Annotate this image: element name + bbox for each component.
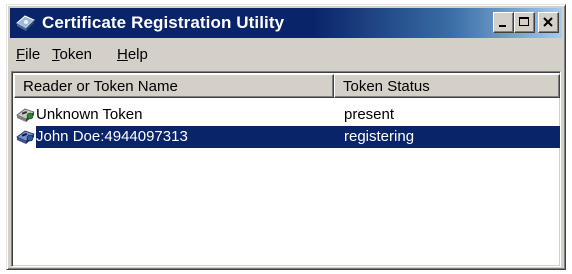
list-item[interactable]: Unknown Token present [14,104,560,126]
menu-token[interactable]: Token [52,46,92,63]
app-window: Certificate Registration Utility File To… [6,4,566,270]
list-item-selected[interactable]: John Doe:4944097313 registering [14,126,560,148]
window-title: Certificate Registration Utility [42,13,285,32]
token-list[interactable]: Reader or Token Name Token Status Unknow… [11,71,561,267]
minimize-button[interactable] [493,12,514,33]
token-reader-icon [16,108,35,122]
column-header-status[interactable]: Token Status [334,74,560,98]
certificate-app-icon [16,15,35,31]
menu-bar: File Token Help [10,41,562,67]
list-header: Reader or Token Name Token Status [14,74,560,98]
title-bar[interactable]: Certificate Registration Utility [10,8,562,38]
menu-file[interactable]: File [16,46,40,63]
minimize-icon [499,25,506,27]
maximize-icon [519,17,529,26]
token-name: John Doe:4944097313 [36,128,188,145]
token-reader-icon [16,130,35,144]
menu-help[interactable]: Help [117,46,148,63]
column-header-name[interactable]: Reader or Token Name [14,74,334,98]
close-icon [543,17,553,27]
token-status: present [344,106,395,123]
token-status: registering [344,128,415,145]
token-name: Unknown Token [36,106,143,123]
close-button[interactable] [538,12,559,33]
maximize-button[interactable] [514,12,535,33]
